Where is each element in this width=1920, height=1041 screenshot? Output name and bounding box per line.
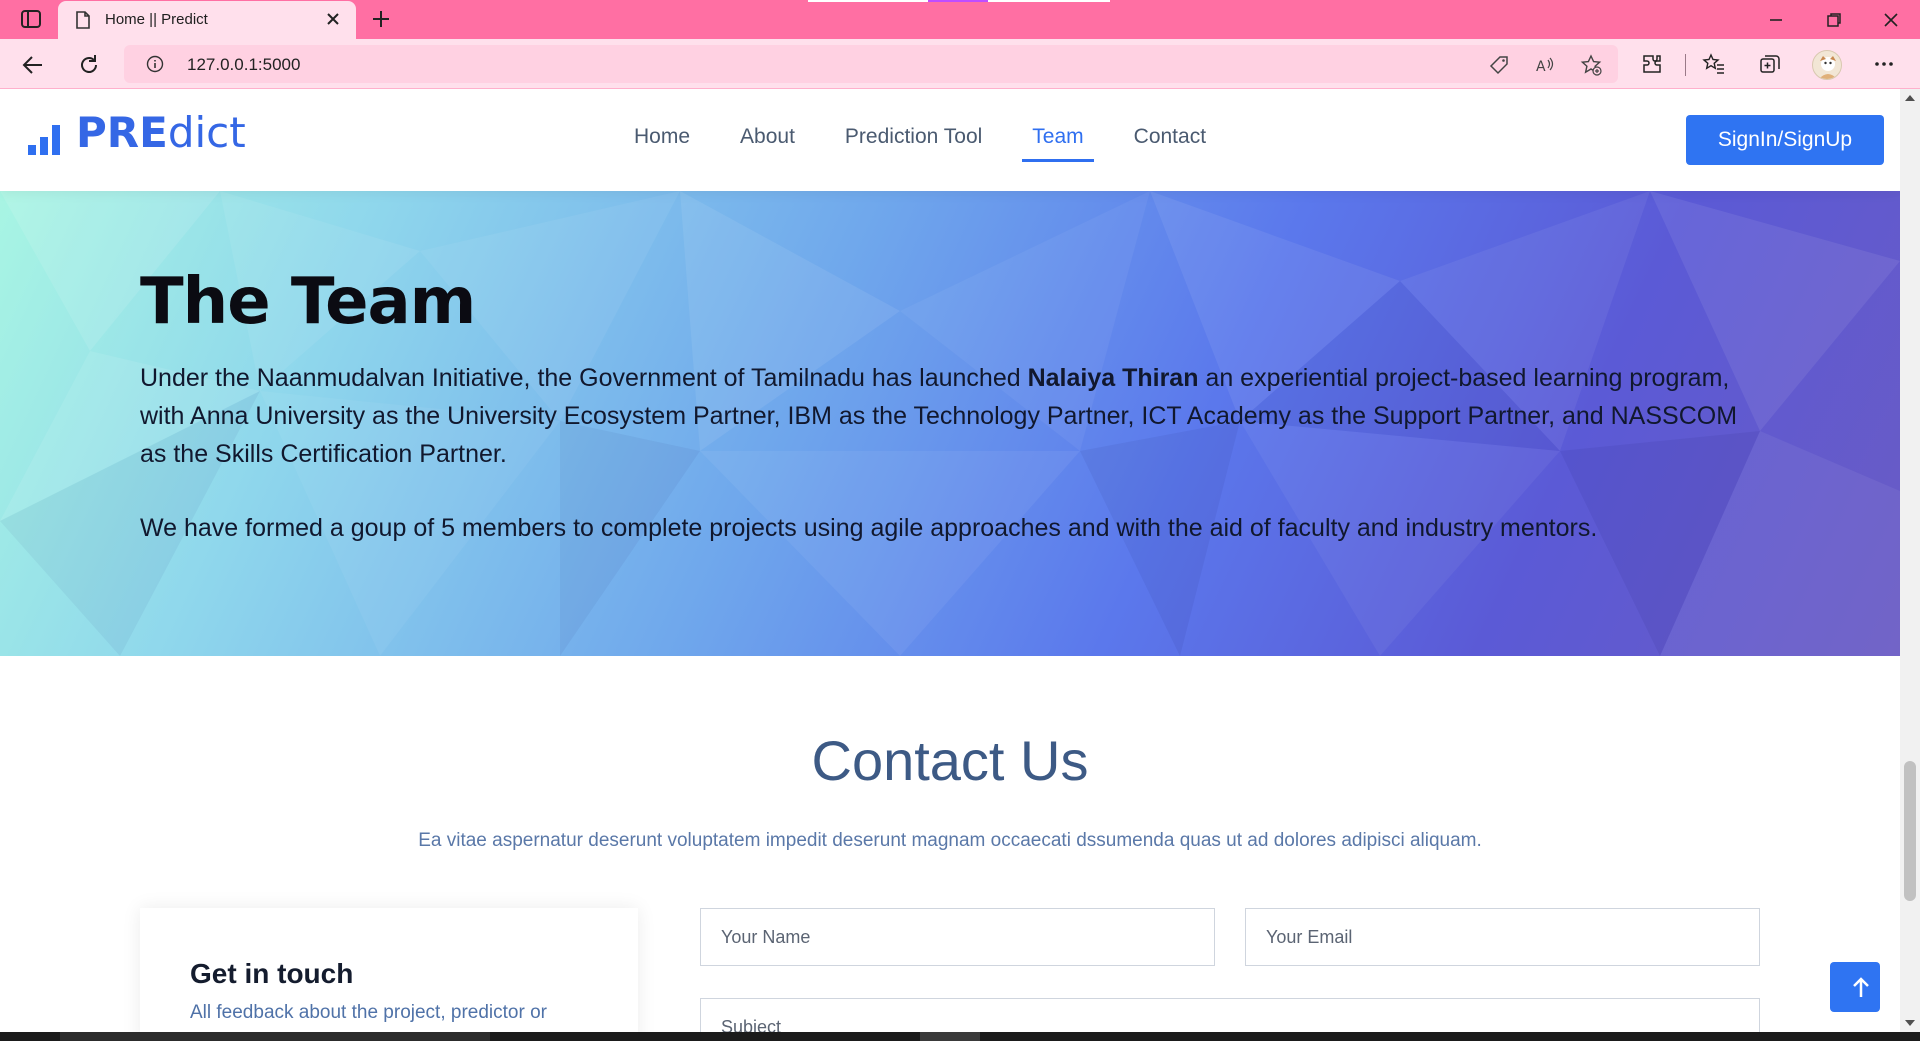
page-viewport: PREdict Home About Prediction Tool Team … bbox=[0, 89, 1900, 1032]
browser-tab-bar: Home || Predict bbox=[0, 0, 1920, 39]
tab-title: Home || Predict bbox=[105, 11, 208, 28]
os-taskbar bbox=[0, 1032, 1920, 1041]
site-header: PREdict Home About Prediction Tool Team … bbox=[0, 89, 1900, 191]
favorites-icon[interactable] bbox=[1702, 52, 1726, 76]
restore-icon[interactable] bbox=[1822, 8, 1846, 32]
site-info-icon[interactable] bbox=[146, 55, 164, 73]
page-icon bbox=[76, 11, 90, 29]
minimize-icon[interactable] bbox=[1764, 8, 1788, 32]
scroll-down-icon[interactable] bbox=[1905, 1020, 1915, 1026]
collections-icon[interactable] bbox=[1758, 52, 1782, 76]
scrollbar-thumb[interactable] bbox=[1904, 761, 1916, 901]
scroll-up-icon[interactable] bbox=[1905, 95, 1915, 101]
svg-text:A: A bbox=[1536, 59, 1546, 75]
get-in-touch-card: Get in touch All feedback about the proj… bbox=[140, 908, 638, 1032]
team-section: The Team Under the Naanmudalvan Initiati… bbox=[0, 191, 1900, 656]
close-window-icon[interactable] bbox=[1879, 8, 1903, 32]
browser-tab[interactable]: Home || Predict bbox=[58, 1, 356, 39]
back-to-top-button[interactable] bbox=[1830, 962, 1880, 1012]
main-nav: Home About Prediction Tool Team Contact bbox=[634, 125, 1256, 162]
nav-prediction-tool[interactable]: Prediction Tool bbox=[845, 125, 982, 161]
arrow-up-icon bbox=[1853, 977, 1869, 997]
read-aloud-icon[interactable]: A bbox=[1534, 54, 1556, 76]
program-name: Nalaiya Thiran bbox=[1027, 364, 1199, 392]
team-members-note: We have formed a goup of 5 members to co… bbox=[140, 514, 1598, 542]
name-input[interactable] bbox=[700, 908, 1215, 966]
nav-contact[interactable]: Contact bbox=[1134, 125, 1206, 161]
profile-avatar[interactable] bbox=[1812, 50, 1842, 80]
logo-text: PREdict bbox=[76, 108, 246, 157]
site-logo[interactable]: PREdict bbox=[28, 111, 246, 155]
close-tab-icon[interactable] bbox=[324, 10, 342, 28]
nav-team[interactable]: Team bbox=[1022, 125, 1095, 162]
add-favorite-icon[interactable] bbox=[1580, 54, 1602, 76]
bar-chart-icon bbox=[28, 119, 64, 155]
url-text: 127.0.0.1:5000 bbox=[187, 55, 301, 74]
page-scrollbar[interactable] bbox=[1900, 89, 1920, 1032]
contact-subtitle: Ea vitae aspernatur deserunt voluptatem … bbox=[418, 830, 1482, 851]
team-description: Under the Naanmudalvan Initiative, the G… bbox=[140, 364, 1738, 468]
tab-actions-icon[interactable] bbox=[20, 9, 42, 29]
url-field[interactable]: 127.0.0.1:5000 A bbox=[124, 45, 1618, 83]
new-tab-icon[interactable] bbox=[370, 8, 392, 30]
subject-input[interactable] bbox=[700, 998, 1760, 1032]
nav-home[interactable]: Home bbox=[634, 125, 690, 161]
address-bar: 127.0.0.1:5000 A bbox=[0, 39, 1920, 89]
tab-strip-indicator bbox=[808, 0, 1110, 2]
tag-icon[interactable] bbox=[1488, 54, 1510, 76]
back-icon[interactable] bbox=[20, 52, 46, 78]
refresh-icon[interactable] bbox=[76, 52, 102, 78]
more-options-icon[interactable] bbox=[1872, 52, 1896, 76]
get-in-touch-title: Get in touch bbox=[190, 958, 354, 989]
team-title: The Team bbox=[140, 265, 476, 339]
nav-about[interactable]: About bbox=[740, 125, 795, 161]
signin-signup-button[interactable]: SignIn/SignUp bbox=[1686, 115, 1884, 165]
contact-title: Contact Us bbox=[811, 729, 1089, 792]
toolbar-divider bbox=[1685, 54, 1686, 76]
extensions-icon[interactable] bbox=[1640, 52, 1664, 76]
email-input[interactable] bbox=[1245, 908, 1760, 966]
get-in-touch-text: All feedback about the project, predicto… bbox=[190, 1002, 547, 1023]
contact-section: Contact Us Ea vitae aspernatur deserunt … bbox=[0, 656, 1900, 1032]
